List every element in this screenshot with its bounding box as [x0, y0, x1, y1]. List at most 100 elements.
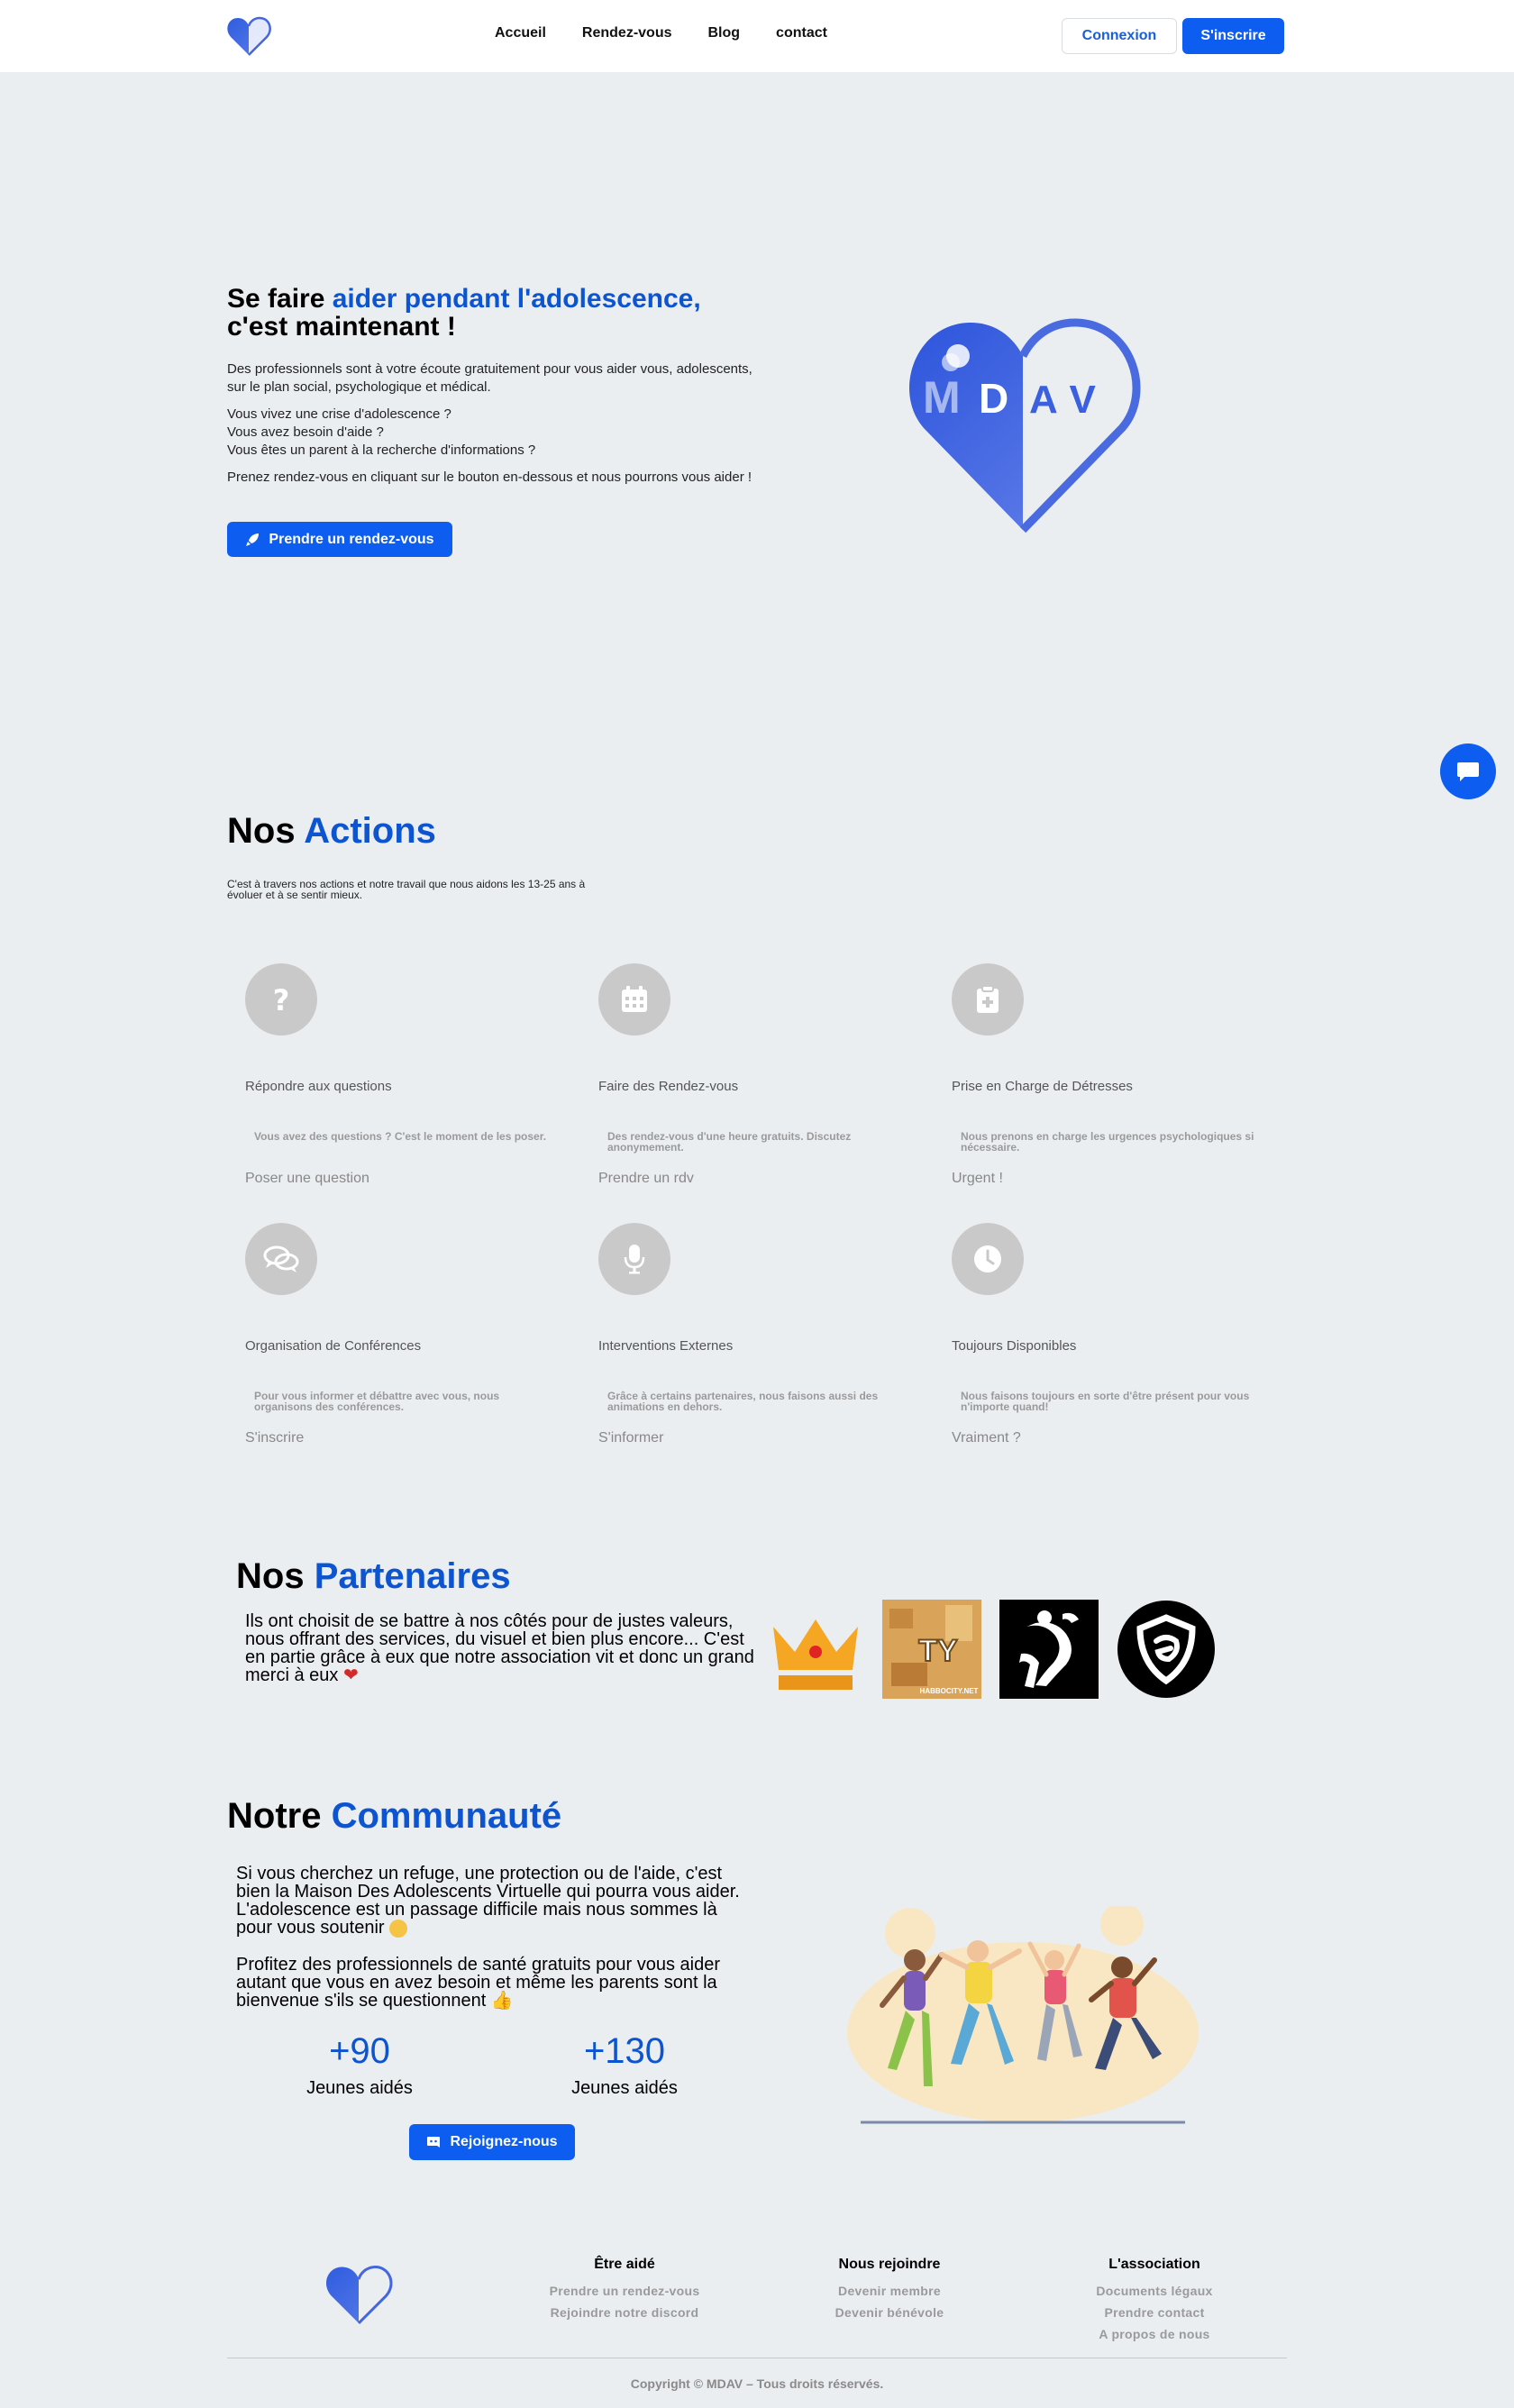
partners-text: Ils ont choisit de se battre à nos côtés…	[245, 1612, 759, 1684]
mdav-hero-logo-icon: M D AV	[909, 318, 1141, 534]
svg-text:D: D	[979, 375, 1008, 422]
action-card-link[interactable]: S'inscrire	[245, 1430, 304, 1446]
footer-mdav-logo-icon[interactable]	[324, 2262, 393, 2327]
hero-paragraph-1: Des professionnels sont à votre écoute g…	[227, 361, 752, 395]
action-card-desc: Pour vous informer et débattre avec vous…	[254, 1390, 500, 1413]
hero-question-2: Vous avez besoin d'aide ?	[227, 424, 384, 440]
chat-bubbles-icon	[245, 1223, 317, 1295]
footer-column-association: L'association Documents légaux Prendre c…	[1046, 2257, 1263, 2345]
footer-link[interactable]: Prendre contact	[1046, 2302, 1263, 2323]
action-card: Toujours Disponibles Nous faisons toujou…	[934, 1223, 1276, 1457]
hero-title-part-b: c'est maintenant !	[227, 312, 456, 342]
footer-column-join: Nous rejoindre Devenir membre Devenir bé…	[781, 2257, 998, 2323]
footer-link[interactable]: Devenir bénévole	[781, 2302, 998, 2323]
actions-title-part-a: Nos	[227, 811, 305, 851]
top-navbar: Accueil Rendez-vous Blog contact Connexi…	[0, 0, 1514, 72]
chat-fab-button[interactable]	[1440, 743, 1496, 799]
action-card: ? Répondre aux questions Vous avez des q…	[227, 963, 570, 1198]
take-appointment-label: Prendre un rendez-vous	[269, 531, 434, 547]
footer-link[interactable]: Prendre un rendez-vous	[516, 2280, 733, 2302]
hero-question-1: Vous vivez une crise d'adolescence ?	[227, 406, 451, 422]
join-discord-label: Rejoignez-nous	[450, 2134, 558, 2149]
calendar-icon	[598, 963, 670, 1035]
clock-icon	[952, 1223, 1024, 1295]
rocket-icon	[246, 533, 260, 546]
partners-title-accent: Partenaires	[314, 1556, 511, 1596]
action-card-link[interactable]: S'informer	[598, 1430, 663, 1446]
microphone-icon	[598, 1223, 670, 1295]
stat-number-2: +130	[583, 2031, 666, 2071]
community-paragraph-2-text: Profitez des professionnels de santé gra…	[236, 1955, 720, 2011]
action-card-link[interactable]: Urgent !	[952, 1171, 1003, 1187]
hero-title-part-a: Se faire	[227, 284, 333, 314]
partners-text-body: Ils ont choisit de se battre à nos côtés…	[245, 1611, 754, 1685]
community-title: Notre Communauté	[227, 1796, 561, 1837]
community-jumping-people-illustration	[847, 1906, 1199, 2124]
nav-link-rendez-vous[interactable]: Rendez-vous	[582, 25, 672, 41]
action-card-desc: Vous avez des questions ? C'est le momen…	[254, 1130, 547, 1143]
action-card-title: Interventions Externes	[598, 1338, 734, 1354]
copyright-text: Copyright © MDAV – Tous droits réservés.	[630, 2376, 884, 2391]
partner-dancer-logo[interactable]	[999, 1600, 1099, 1699]
action-card-title: Prise en Charge de Détresses	[952, 1079, 1133, 1094]
take-appointment-button[interactable]: Prendre un rendez-vous	[227, 522, 452, 557]
action-card-title: Organisation de Conférences	[245, 1338, 422, 1354]
footer-link[interactable]: A propos de nous	[1046, 2323, 1263, 2345]
action-card-title: Toujours Disponibles	[952, 1338, 1077, 1354]
footer-column-title: L'association	[1108, 2257, 1200, 2272]
action-card: Organisation de Conférences Pour vous in…	[227, 1223, 570, 1457]
partner-habbocity-sub: HABBOCITY.NET	[920, 1687, 979, 1695]
action-card-title: Faire des Rendez-vous	[598, 1079, 739, 1094]
nav-link-accueil[interactable]: Accueil	[495, 25, 546, 41]
thumbs-up-icon: 👍	[490, 1991, 514, 2011]
stat-label-1: Jeunes aidés	[306, 2078, 413, 2098]
action-card-desc: Des rendez-vous d'une heure gratuits. Di…	[607, 1130, 852, 1154]
join-discord-button[interactable]: Rejoignez-nous	[409, 2124, 575, 2160]
actions-title: Nos Actions	[227, 811, 436, 852]
partners-title-part-a: Nos	[236, 1556, 315, 1596]
action-card: Prise en Charge de Détresses Nous prenon…	[934, 963, 1276, 1198]
community-paragraph-1-text: Si vous cherchez un refuge, une protecti…	[236, 1864, 740, 1938]
hero-title-accent: aider pendant l'adolescence,	[332, 284, 701, 314]
action-card: Faire des Rendez-vous Des rendez-vous d'…	[580, 963, 923, 1198]
signup-button[interactable]: S'inscrire	[1182, 18, 1284, 54]
action-card-desc: Grâce à certains partenaires, nous faiso…	[607, 1390, 879, 1413]
stat-number-1: +90	[329, 2031, 390, 2071]
nav-link-contact[interactable]: contact	[776, 25, 827, 41]
hero-paragraph-3: Prenez rendez-vous en cliquant sur le bo…	[227, 470, 752, 485]
svg-text:?: ?	[273, 984, 290, 1015]
action-card-link[interactable]: Vraiment ?	[952, 1430, 1021, 1446]
action-card: Interventions Externes Grâce à certains …	[580, 1223, 923, 1457]
discord-icon	[427, 2137, 441, 2148]
footer-column-help: Être aidé Prendre un rendez-vous Rejoind…	[516, 2257, 733, 2323]
partner-habbocity-logo[interactable]: TY HABBOCITY.NET	[882, 1600, 981, 1699]
action-card-link[interactable]: Poser une question	[245, 1171, 369, 1187]
community-title-part-a: Notre	[227, 1796, 332, 1836]
community-title-accent: Communauté	[331, 1796, 562, 1836]
community-paragraph-2: Profitez des professionnels de santé gra…	[236, 1956, 750, 2010]
mdav-logo-icon[interactable]	[226, 15, 271, 57]
partners-title: Nos Partenaires	[236, 1556, 511, 1597]
question-icon: ?	[245, 963, 317, 1035]
login-button[interactable]: Connexion	[1062, 18, 1177, 54]
partner-crown-logo[interactable]	[766, 1600, 865, 1699]
actions-title-accent: Actions	[304, 811, 436, 851]
heart-icon: ❤	[342, 1665, 359, 1685]
nav-link-blog[interactable]: Blog	[708, 25, 741, 41]
footer-link[interactable]: Documents légaux	[1046, 2280, 1263, 2302]
footer-column-title: Nous rejoindre	[838, 2257, 941, 2272]
community-paragraph-1: Si vous cherchez un refuge, une protecti…	[236, 1865, 750, 1938]
footer-link[interactable]: Devenir membre	[781, 2280, 998, 2302]
svg-text:M: M	[923, 372, 961, 423]
hero-title: Se faire aider pendant l'adolescence, c'…	[227, 285, 768, 341]
smile-emoji-icon	[389, 1919, 408, 1938]
hero-question-3: Vous êtes un parent à la recherche d'inf…	[227, 442, 536, 458]
nav-links: Accueil Rendez-vous Blog contact	[495, 25, 863, 41]
actions-subtitle: C'est à travers nos actions et notre tra…	[227, 878, 586, 901]
action-card-title: Répondre aux questions	[245, 1079, 392, 1094]
chat-icon	[1457, 762, 1479, 781]
stat-label-2: Jeunes aidés	[571, 2078, 678, 2098]
action-card-link[interactable]: Prendre un rdv	[598, 1171, 694, 1187]
partner-shield-logo[interactable]	[1117, 1600, 1216, 1699]
footer-link[interactable]: Rejoindre notre discord	[516, 2302, 733, 2323]
